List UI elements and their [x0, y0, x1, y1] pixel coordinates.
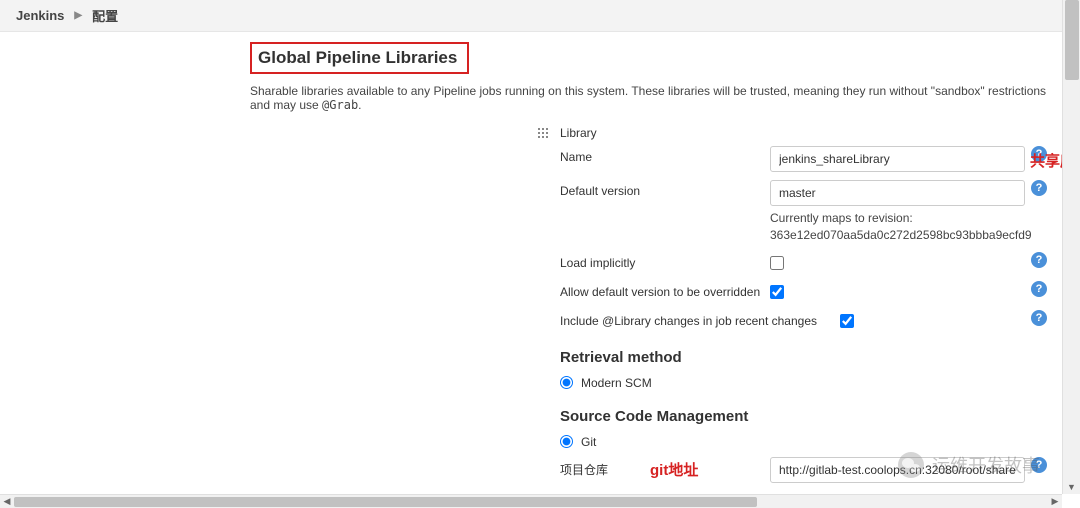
- scroll-right-arrow-icon[interactable]: ▶: [1048, 495, 1062, 508]
- retrieval-modern-scm-radio[interactable]: [560, 376, 573, 389]
- default-version-input[interactable]: [770, 180, 1025, 206]
- scm-heading: Source Code Management: [560, 408, 1062, 425]
- scm-git-label: Git: [581, 435, 596, 449]
- help-icon[interactable]: ?: [1031, 281, 1047, 297]
- name-input[interactable]: [770, 146, 1025, 172]
- breadcrumb-root[interactable]: Jenkins: [16, 8, 64, 23]
- retrieval-modern-scm-label: Modern SCM: [581, 376, 652, 390]
- repo-url-input[interactable]: [770, 457, 1025, 483]
- default-version-label: Default version: [560, 180, 770, 198]
- repo-annotation: git地址: [650, 459, 698, 480]
- breadcrumb: Jenkins ▶ 配置: [0, 0, 1062, 32]
- include-changes-checkbox[interactable]: [840, 314, 854, 328]
- scroll-left-arrow-icon[interactable]: ◀: [0, 495, 14, 508]
- allow-override-label: Allow default version to be overridden: [560, 281, 770, 299]
- load-implicitly-checkbox[interactable]: [770, 256, 784, 270]
- scroll-thumb[interactable]: [14, 497, 757, 507]
- section-title-highlight: Global Pipeline Libraries: [250, 42, 469, 74]
- include-changes-label: Include @Library changes in job recent c…: [560, 310, 840, 328]
- help-icon[interactable]: ?: [1031, 180, 1047, 196]
- help-icon[interactable]: ?: [1031, 252, 1047, 268]
- section-title: Global Pipeline Libraries: [258, 48, 457, 68]
- scroll-thumb[interactable]: [1065, 0, 1079, 80]
- vertical-scrollbar[interactable]: ▲ ▼: [1062, 0, 1080, 494]
- help-icon[interactable]: ?: [1031, 457, 1047, 473]
- library-group-label: Library: [560, 126, 1062, 140]
- horizontal-scrollbar[interactable]: ◀ ▶: [0, 494, 1062, 508]
- retrieval-method-heading: Retrieval method: [560, 349, 1062, 366]
- name-annotation: 共享库名字: [1030, 150, 1062, 171]
- load-implicitly-label: Load implicitly: [560, 252, 770, 270]
- section-description: Sharable libraries available to any Pipe…: [250, 84, 1062, 112]
- name-label: Name: [560, 146, 770, 164]
- scroll-down-arrow-icon[interactable]: ▼: [1063, 480, 1080, 494]
- scm-git-radio[interactable]: [560, 435, 573, 448]
- breadcrumb-current[interactable]: 配置: [92, 6, 118, 25]
- drag-handle-icon[interactable]: [538, 128, 550, 140]
- chevron-right-icon: ▶: [74, 10, 82, 21]
- help-icon[interactable]: ?: [1031, 310, 1047, 326]
- allow-override-checkbox[interactable]: [770, 285, 784, 299]
- revision-note: Currently maps to revision: 363e12ed070a…: [770, 210, 1025, 244]
